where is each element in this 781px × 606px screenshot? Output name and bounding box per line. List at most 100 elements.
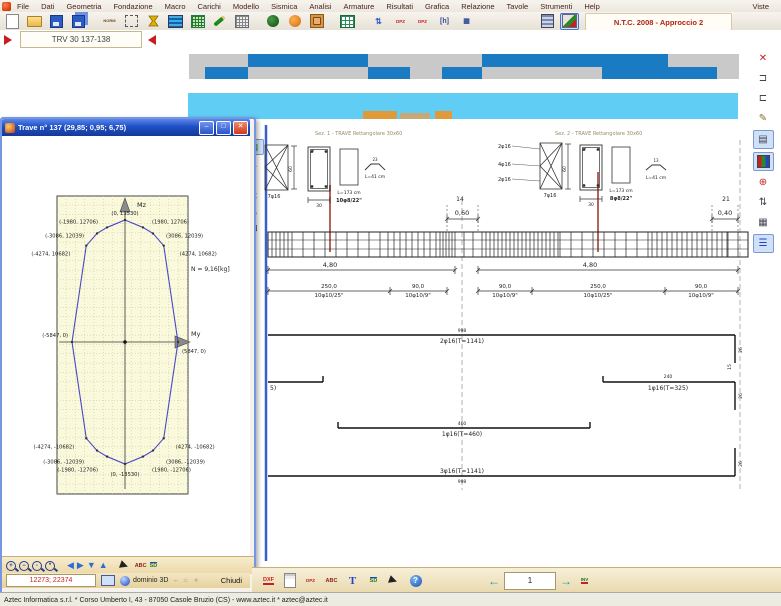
seg4-length: 250,0 — [590, 284, 606, 290]
labels-toggle-icon[interactable]: ABC — [135, 563, 147, 569]
help-button[interactable]: ? — [407, 573, 424, 589]
save-all-button[interactable] — [69, 13, 88, 30]
green-circle-icon — [267, 15, 279, 27]
menu-item-strumenti[interactable]: Strumenti — [534, 2, 578, 11]
building-button[interactable] — [538, 13, 557, 30]
domain-window-titlebar[interactable]: Trave n° 137 (29,85; 0,95; 6,75) – □ ✕ — [2, 119, 250, 136]
sd-button[interactable]: SD — [365, 573, 382, 589]
grid-button[interactable] — [232, 13, 251, 30]
dpz-3-button[interactable]: DPZ — [413, 13, 432, 30]
menu-item-fondazione[interactable]: Fondazione — [107, 2, 158, 11]
graphics-button[interactable] — [560, 13, 579, 30]
zoom-window-icon[interactable]: ▫ — [32, 561, 42, 571]
dxf-icon: DXF — [263, 577, 274, 585]
node-button[interactable] — [263, 13, 282, 30]
menu-item-help[interactable]: Help — [578, 2, 605, 11]
minimize-button[interactable]: – — [199, 121, 214, 135]
building-icon — [541, 14, 554, 28]
plinth-button[interactable] — [307, 13, 326, 30]
layers-button[interactable] — [166, 13, 185, 30]
save-button[interactable] — [47, 13, 66, 30]
menu-item-analisi[interactable]: Analisi — [303, 2, 337, 11]
pointer-icon[interactable] — [119, 560, 133, 572]
zoom-in-icon[interactable]: + — [6, 561, 16, 571]
list-button[interactable]: ☰ — [753, 234, 774, 253]
table-side-button[interactable]: ▦ — [754, 214, 773, 231]
bracket-right-button[interactable]: ⊐ — [754, 70, 773, 87]
prev-page-arrow[interactable]: ← — [488, 575, 500, 587]
dpz-side-button[interactable]: ⇅ — [754, 194, 773, 211]
section-colors-button[interactable] — [753, 152, 774, 171]
edit-button[interactable]: ✎ — [754, 110, 773, 127]
text-button[interactable]: T — [344, 573, 361, 589]
draw-button[interactable] — [210, 13, 229, 30]
labels-button[interactable]: ABC — [323, 573, 340, 589]
vertex-label: (0, 13530) — [111, 211, 138, 217]
menu-item-tavole[interactable]: Tavole — [501, 2, 535, 11]
print-preview-button[interactable] — [281, 573, 298, 589]
prev-beam-arrow[interactable] — [4, 35, 12, 45]
sez1-truss-section — [265, 145, 288, 190]
menu-item-geometria[interactable]: Geometria — [60, 2, 107, 11]
menu-item-sismica[interactable]: Sismica — [265, 2, 303, 11]
table-icon — [340, 15, 355, 28]
menu-item-viste[interactable]: Viste — [746, 2, 775, 11]
sd-toggle-icon[interactable]: SD — [150, 562, 158, 569]
menu-item-modello[interactable]: Modello — [227, 2, 265, 11]
materials-button[interactable] — [144, 13, 163, 30]
menu-item-carichi[interactable]: Carichi — [192, 2, 227, 11]
rebar-2-length: 240 — [664, 374, 673, 380]
menu-item-armature[interactable]: Armature — [337, 2, 380, 11]
seg1-stirrups: 10φ10/25" — [314, 293, 343, 299]
zoom-out-icon[interactable]: − — [19, 561, 29, 571]
menu-item-dati[interactable]: Dati — [35, 2, 60, 11]
page-number-input[interactable] — [504, 572, 556, 590]
export-dxf-button[interactable]: DXF — [260, 573, 277, 589]
open-file-button[interactable] — [25, 13, 44, 30]
maximize-button[interactable]: □ — [216, 121, 231, 135]
selection-button[interactable] — [122, 13, 141, 30]
current-beam-label[interactable]: TRV 30 137-138 — [20, 31, 142, 48]
close-button[interactable]: ✕ — [233, 121, 248, 135]
view-mode-icon[interactable] — [101, 575, 115, 586]
seg4-stirrups: 10φ10/25" — [583, 293, 612, 299]
domain-3d-icon[interactable] — [120, 576, 130, 586]
domain-window: Trave n° 137 (29,85; 0,95; 6,75) – □ ✕ M… — [0, 117, 256, 594]
pan-right-icon[interactable]: ▶ — [77, 561, 84, 570]
rebar-1-hook: 26 — [738, 347, 744, 353]
new-file-button[interactable] — [3, 13, 22, 30]
hatch-button[interactable]: ▤ — [753, 130, 774, 149]
seg5-stirrups: 10φ10/9" — [688, 293, 714, 299]
load-button[interactable] — [285, 13, 304, 30]
pan-left-icon[interactable]: ◀ — [67, 561, 74, 570]
dpz-2-button[interactable]: DPZ — [391, 13, 410, 30]
menu-item-grafica[interactable]: Grafica — [419, 2, 455, 11]
next-page-arrow[interactable]: → — [560, 575, 572, 587]
query-table-button[interactable]: ▦ — [457, 13, 476, 30]
next-beam-arrow[interactable] — [148, 35, 156, 45]
domain-3d-label[interactable]: dominio 3D — [133, 577, 168, 584]
mesh-button[interactable] — [188, 13, 207, 30]
target-button[interactable]: ⊕ — [754, 174, 773, 191]
invert-button[interactable]: INV — [576, 573, 593, 589]
delete-button[interactable]: ✕ — [754, 50, 773, 67]
select-tool-button[interactable] — [386, 573, 403, 589]
menu-item-risultati[interactable]: Risultati — [380, 2, 419, 11]
menu-item-relazione[interactable]: Relazione — [455, 2, 500, 11]
menu-item-macro[interactable]: Macro — [159, 2, 192, 11]
disabled-tool-3-icon: ✦ — [193, 576, 200, 585]
dpz-1-button[interactable]: ⇅ — [369, 13, 388, 30]
dpz-export-button[interactable]: DPZ — [302, 573, 319, 589]
sez2-bent-top: 13 — [653, 158, 659, 163]
menu-item-file[interactable]: File — [11, 2, 35, 11]
vertex-label: (-1980, 12706) — [59, 219, 98, 225]
support2-width: 21 — [722, 196, 730, 203]
bracket-left-button[interactable]: ⊏ — [754, 90, 773, 107]
diagram-button[interactable]: [h] — [435, 13, 454, 30]
close-window-button[interactable]: Chiudi — [221, 576, 242, 585]
norm-button[interactable]: NORM — [100, 13, 119, 30]
zoom-all-icon[interactable]: * — [45, 561, 55, 571]
pan-up-icon[interactable]: ▲ — [99, 561, 108, 570]
table-button[interactable] — [338, 13, 357, 30]
pan-down-icon[interactable]: ▼ — [87, 561, 96, 570]
